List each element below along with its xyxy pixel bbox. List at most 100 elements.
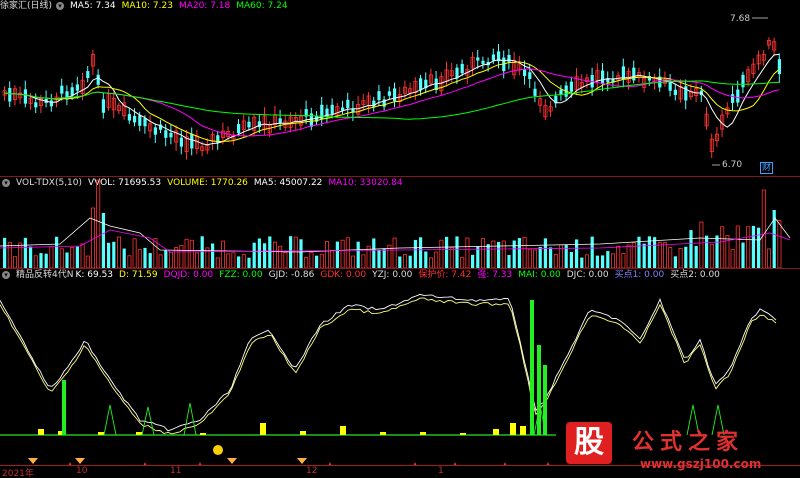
candle [330,104,334,115]
candle [569,81,573,92]
candle [247,121,251,128]
signal-bar [510,423,516,435]
candle [138,115,142,126]
volume-bar [65,252,69,268]
smiley-icon [213,445,223,455]
axis-label-nov: 11 [170,466,182,476]
volume-bar [283,252,288,268]
volume-bar [3,237,7,268]
volume-bar [653,237,657,268]
volume-bar [179,245,184,268]
volume-bar [480,238,485,268]
diamond-icon [75,458,85,464]
volume-bar [689,230,693,268]
volume-bar [226,253,231,268]
volume-bar [231,252,236,268]
signal-bar [420,432,426,435]
axis-label-jan: 1 [438,466,444,476]
volume-bar [143,247,147,268]
volume-bar [194,252,199,268]
volume-bar [746,226,751,268]
volume-bar [18,242,23,268]
volume-bar [315,255,319,268]
volume-bar [137,249,142,268]
volume-bar [455,236,459,268]
candle [523,69,527,76]
volume-bar [299,239,303,268]
volume-bar [268,236,272,268]
diamond-icon [28,458,38,464]
price-chart[interactable] [0,0,800,177]
volume-bar [382,248,386,268]
candle [419,78,423,91]
volume-bar [263,243,267,268]
volume-bar [122,248,126,268]
indicator-name[interactable]: 精品反转4代N [16,270,73,280]
volume-bar [777,220,782,268]
candle [491,54,495,61]
volume-bar [75,246,79,268]
volume-bar [663,242,668,268]
signal-bar [260,423,266,435]
candle [393,88,397,102]
candle [70,87,74,96]
candle [460,63,464,74]
candle [237,124,241,134]
volume-bar [730,249,735,268]
signal-bar [493,429,499,435]
volume-bar [434,251,439,268]
volume-chart[interactable] [0,178,800,268]
volume-bar [694,246,698,268]
gjd-label: GJD: -0.86 [268,270,315,280]
volume-bar [471,254,475,268]
volume-bar [132,238,137,268]
ma5-line [4,53,780,146]
volume-bar [575,239,579,268]
site-logo: 股 [566,422,612,464]
volume-bar [55,236,59,268]
volume-bar [158,254,163,268]
volume-bar [735,225,740,268]
volume-bar [211,243,215,268]
signal-bar [520,426,526,435]
volume-bar [428,257,433,268]
gdk-label: GDK: 0.00 [320,270,367,280]
finance-badge[interactable]: 财 [760,162,774,174]
volume-bar [220,240,225,268]
volume-bar [767,248,772,268]
volume-bar [402,254,407,268]
candle [673,89,677,95]
volume-bar [85,255,90,268]
candle [169,132,173,138]
volume-bar [107,242,111,268]
volume-bar [324,240,329,268]
volume-bar [319,253,324,268]
dqjd-label: DQJD: 0.00 [163,270,214,280]
volume-bar [657,242,662,268]
volume-bar [29,246,33,268]
volume-bar [569,252,573,268]
volume-bar [678,248,683,268]
volume-bar [91,207,96,268]
volume-bar [601,255,605,268]
volume-bar [335,241,339,268]
high-price-label: 7.68 [730,14,751,24]
volume-bar [439,239,444,268]
volume-bar [533,249,538,268]
yzj-label: YZJ: 0.00 [372,270,413,280]
volume-bar [361,254,366,268]
candle [601,70,605,85]
candle [8,87,12,102]
volume-bar [345,237,350,268]
volume-bar [543,238,547,268]
volume-bar [33,255,38,268]
volume-bar [761,189,766,268]
signal-bar [38,429,44,435]
volume-bar [553,253,558,268]
collapse-icon[interactable]: ▾ [2,271,10,279]
volume-bar [200,236,204,268]
volume-bar [44,253,48,268]
volume-bar [189,239,194,268]
volume-bar [486,244,490,268]
volume-bar [148,253,152,268]
